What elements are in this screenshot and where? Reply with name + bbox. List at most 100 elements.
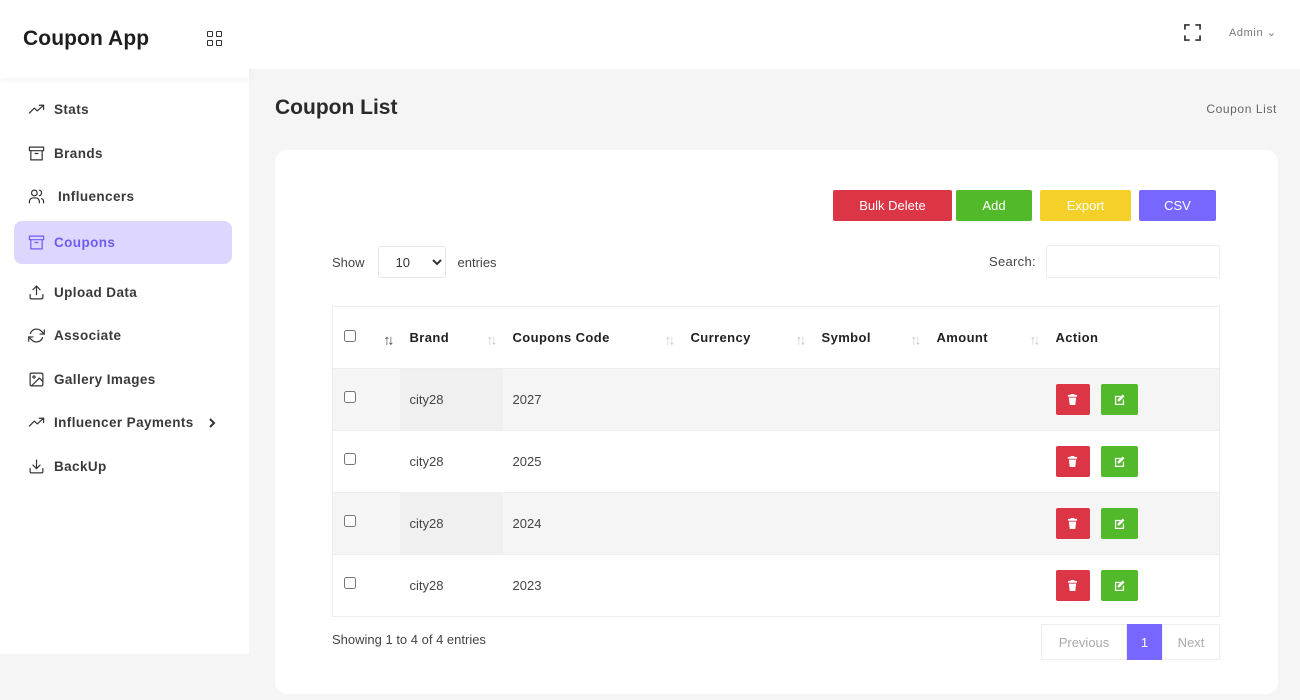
sort-icon[interactable]: ↑↓ bbox=[384, 331, 395, 347]
brand-bar: Coupon App bbox=[0, 0, 249, 78]
sidebar-item-label: Coupons bbox=[54, 234, 116, 250]
column-label: Brand bbox=[409, 330, 450, 345]
bulk-delete-button[interactable]: Bulk Delete bbox=[833, 190, 952, 221]
column-header-code[interactable]: Coupons Code ↑↓ bbox=[503, 307, 681, 369]
column-label: Coupons Code bbox=[512, 330, 610, 345]
download-icon bbox=[27, 457, 45, 475]
row-checkbox[interactable] bbox=[344, 577, 356, 589]
next-page-button[interactable]: Next bbox=[1162, 624, 1220, 660]
delete-button[interactable] bbox=[1055, 384, 1090, 415]
row-checkbox[interactable] bbox=[344, 453, 356, 465]
sort-icon: ↑↓ bbox=[795, 331, 807, 348]
sidebar-item-associate[interactable]: Associate bbox=[0, 314, 249, 358]
action-cell bbox=[1045, 492, 1220, 555]
edit-icon bbox=[1114, 518, 1125, 529]
trash-icon bbox=[1067, 394, 1078, 405]
row-checkbox[interactable] bbox=[344, 515, 356, 527]
sidebar-item-influencers[interactable]: Influencers bbox=[0, 175, 249, 219]
refresh-icon bbox=[27, 327, 45, 345]
sidebar-item-label: Brands bbox=[54, 145, 103, 161]
chevron-right-icon bbox=[207, 415, 217, 431]
sidebar-item-gallery-images[interactable]: Gallery Images bbox=[0, 358, 249, 402]
user-label: Admin bbox=[1229, 27, 1264, 39]
row-select-cell bbox=[332, 554, 400, 617]
sort-icon: ↑↓ bbox=[664, 331, 676, 348]
edit-button[interactable] bbox=[1100, 570, 1138, 601]
search-input[interactable] bbox=[1045, 245, 1220, 278]
select-all-header: ↑↓ bbox=[333, 307, 400, 369]
amount-cell bbox=[927, 555, 1046, 617]
sidebar-item-stats[interactable]: Stats bbox=[0, 88, 249, 132]
action-cell bbox=[1046, 555, 1220, 617]
sidebar-item-influencer-payments[interactable]: Influencer Payments bbox=[0, 401, 249, 445]
brand-cell: city28 bbox=[409, 578, 444, 593]
add-button[interactable]: Add bbox=[956, 190, 1032, 221]
sidebar-item-label: BackUp bbox=[54, 458, 107, 474]
delete-button[interactable] bbox=[1055, 446, 1090, 477]
code-cell: 2024 bbox=[502, 492, 681, 555]
archive-icon bbox=[27, 144, 45, 162]
grid-icon[interactable] bbox=[207, 31, 223, 47]
entries-select[interactable]: 10 bbox=[377, 246, 446, 278]
coupon-card: Bulk Delete Add Export CSV Show 10 entri… bbox=[275, 150, 1278, 694]
export-button[interactable]: Export bbox=[1040, 190, 1131, 221]
sidebar-item-label: Stats bbox=[54, 102, 90, 118]
table-row: city28 2023 bbox=[332, 554, 1220, 617]
edit-icon bbox=[1114, 394, 1125, 405]
sidebar-item-backup[interactable]: BackUp bbox=[0, 445, 249, 489]
column-label: Amount bbox=[936, 330, 988, 345]
column-header-brand[interactable]: Brand ↑↓ bbox=[400, 307, 503, 369]
image-icon bbox=[27, 370, 45, 388]
symbol-cell bbox=[812, 555, 927, 617]
symbol-cell bbox=[812, 431, 927, 493]
column-header-amount[interactable]: Amount ↑↓ bbox=[927, 307, 1046, 369]
trash-icon bbox=[1067, 456, 1078, 467]
edit-button[interactable] bbox=[1100, 446, 1138, 477]
pagination: Previous 1 Next bbox=[1041, 624, 1220, 660]
table-row: city28 2025 bbox=[332, 430, 1220, 493]
topbar: Admin ⌄ bbox=[249, 0, 1300, 69]
column-label: Symbol bbox=[821, 330, 871, 345]
sidebar-item-coupons[interactable]: Coupons bbox=[14, 220, 232, 264]
previous-page-button[interactable]: Previous bbox=[1041, 624, 1127, 660]
user-menu[interactable]: Admin ⌄ bbox=[1229, 26, 1277, 39]
csv-button[interactable]: CSV bbox=[1139, 190, 1216, 221]
sidebar: Coupon App Stats Brands Influencers Coup… bbox=[0, 0, 249, 654]
fullscreen-icon[interactable] bbox=[1184, 24, 1201, 41]
table-row: city28 2027 bbox=[332, 368, 1220, 431]
table-row: city28 2024 bbox=[332, 492, 1220, 555]
upload-icon bbox=[27, 283, 45, 301]
sort-icon: ↑↓ bbox=[910, 331, 922, 348]
search-control: Search: bbox=[989, 245, 1220, 278]
delete-button[interactable] bbox=[1055, 570, 1090, 601]
sort-icon: ↑↓ bbox=[1029, 331, 1041, 348]
sidebar-item-brands[interactable]: Brands bbox=[0, 132, 249, 176]
delete-button[interactable] bbox=[1055, 508, 1090, 539]
row-select-cell bbox=[332, 492, 400, 555]
brand-cell: city28 bbox=[399, 368, 503, 431]
entries-label: entries bbox=[457, 254, 497, 270]
currency-cell bbox=[680, 368, 812, 431]
row-checkbox[interactable] bbox=[344, 391, 356, 403]
edit-button[interactable] bbox=[1100, 384, 1138, 415]
sidebar-item-upload-data[interactable]: Upload Data bbox=[0, 271, 249, 315]
edit-icon bbox=[1114, 456, 1125, 467]
currency-cell bbox=[681, 431, 812, 493]
edit-icon bbox=[1114, 580, 1125, 591]
table-header-row: ↑↓ Brand ↑↓ Coupons Code ↑↓ Currency ↑↓ Sym… bbox=[332, 306, 1220, 369]
currency-cell bbox=[680, 492, 812, 555]
column-header-currency[interactable]: Currency ↑↓ bbox=[681, 307, 812, 369]
sidebar-item-label: Influencer Payments bbox=[54, 415, 194, 431]
archive-icon bbox=[27, 233, 45, 251]
trash-icon bbox=[1067, 580, 1078, 591]
page-button-current[interactable]: 1 bbox=[1127, 624, 1162, 660]
action-cell bbox=[1045, 368, 1220, 431]
edit-button[interactable] bbox=[1100, 508, 1138, 539]
code-cell: 2027 bbox=[502, 368, 681, 431]
column-label: Currency bbox=[690, 330, 751, 345]
select-all-checkbox[interactable] bbox=[344, 330, 356, 342]
sidebar-item-label: Associate bbox=[54, 328, 122, 344]
action-cell bbox=[1046, 431, 1220, 493]
column-header-symbol[interactable]: Symbol ↑↓ bbox=[812, 307, 927, 369]
trending-up-icon bbox=[27, 414, 45, 432]
